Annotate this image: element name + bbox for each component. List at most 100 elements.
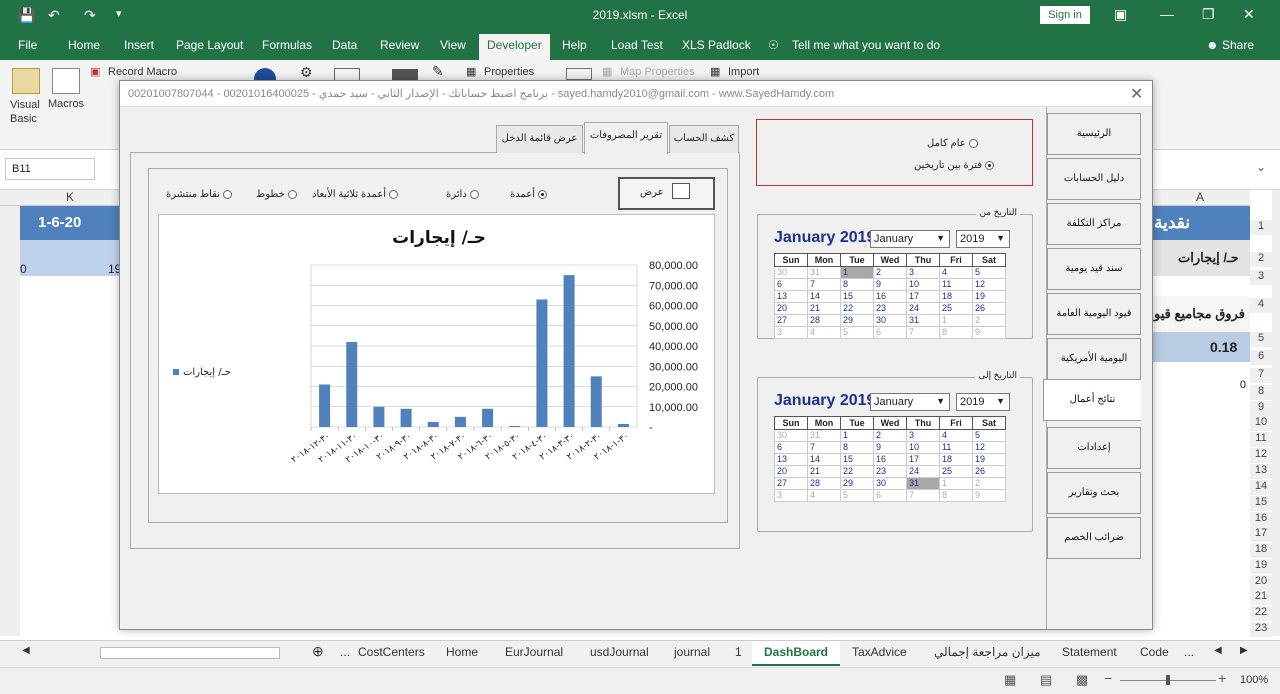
calendar-day[interactable]: 12 xyxy=(972,441,1006,454)
macros-icon[interactable] xyxy=(52,68,80,94)
row-header[interactable]: 23 xyxy=(1250,622,1272,637)
nav-button[interactable]: مراكز التكلفة xyxy=(1047,203,1141,245)
record-macro-button[interactable]: Record Macro xyxy=(108,66,177,78)
calendar-day[interactable]: 22 xyxy=(840,465,874,478)
calendar-day[interactable]: 14 xyxy=(807,453,841,466)
calendar-day[interactable]: 5 xyxy=(840,326,874,339)
row-header[interactable]: 2 xyxy=(1250,252,1272,267)
sheet-tab-usdjournal[interactable]: usdJournal xyxy=(590,645,649,659)
nav-button[interactable]: نتائج أعمال xyxy=(1043,379,1141,421)
calendar-day[interactable]: 5 xyxy=(840,489,874,502)
zoom-in-icon[interactable]: + xyxy=(1218,670,1226,686)
row-header[interactable]: 14 xyxy=(1250,480,1272,495)
calendar-day[interactable]: 17 xyxy=(906,290,940,303)
tab-data[interactable]: Data xyxy=(332,38,357,52)
radio-scatter[interactable]: نقاط منتشرة xyxy=(166,189,232,200)
calendar-day[interactable]: 6 xyxy=(774,441,808,454)
calendar-day[interactable]: 18 xyxy=(939,290,973,303)
row-header[interactable]: 15 xyxy=(1250,496,1272,511)
calendar-day[interactable]: 5 xyxy=(972,429,1006,442)
calendar-day[interactable]: 21 xyxy=(807,465,841,478)
dialog-close-icon[interactable]: ✕ xyxy=(1130,84,1143,104)
calendar-day[interactable]: 10 xyxy=(906,278,940,291)
row-header[interactable]: 12 xyxy=(1250,448,1272,463)
calendar-day[interactable]: 9 xyxy=(972,489,1006,502)
calendar-day[interactable]: 16 xyxy=(873,290,907,303)
calendar-day[interactable]: 21 xyxy=(807,302,841,315)
calendar-day[interactable]: 8 xyxy=(840,278,874,291)
calendar-day[interactable]: 28 xyxy=(807,477,841,490)
calendar-day[interactable]: 26 xyxy=(972,302,1006,315)
horizontal-scrollbar[interactable] xyxy=(100,647,280,659)
tab-developer[interactable]: Developer xyxy=(479,34,550,60)
calendar-day[interactable]: 24 xyxy=(906,302,940,315)
radio-columns[interactable]: أعمدة xyxy=(510,189,548,200)
calendar-day[interactable]: 15 xyxy=(840,453,874,466)
share-icon[interactable]: ☻ xyxy=(1206,38,1219,52)
tab-scroll-right-icon[interactable]: ▶ xyxy=(1240,645,1248,656)
calendar-day[interactable]: 2 xyxy=(972,314,1006,327)
calendar-day[interactable]: 1 xyxy=(939,477,973,490)
name-box[interactable]: B11 xyxy=(5,158,95,180)
calendar-day[interactable]: 14 xyxy=(807,290,841,303)
tab-scroll-left-icon[interactable]: ◀ xyxy=(1214,645,1222,656)
cal-from-month-select[interactable]: January ▼ xyxy=(870,230,950,248)
add-sheet-icon[interactable]: ⊕ xyxy=(312,643,324,660)
calendar-day[interactable]: 1 xyxy=(840,266,874,279)
row-header[interactable]: 18 xyxy=(1250,543,1272,558)
calendar-day[interactable]: 19 xyxy=(972,453,1006,466)
nav-button[interactable]: الرئيسية xyxy=(1047,113,1141,155)
sheet-tab-trial-balance[interactable]: ميزان مراجعة إجمالي xyxy=(934,645,1041,659)
nav-button[interactable]: سند قيد يومية xyxy=(1047,248,1141,290)
design-mode-icon[interactable]: ✎ xyxy=(432,63,444,80)
zoom-slider-thumb[interactable] xyxy=(1166,675,1170,685)
calendar-day[interactable]: 7 xyxy=(906,489,940,502)
close-window-icon[interactable]: ✕ xyxy=(1243,6,1255,23)
calendar-day[interactable]: 1 xyxy=(840,429,874,442)
calendar-day[interactable]: 7 xyxy=(807,278,841,291)
row-header[interactable]: 3 xyxy=(1250,270,1272,285)
calendar-day[interactable]: 3 xyxy=(774,326,808,339)
sheet-tab-dashboard[interactable]: DashBoard xyxy=(752,641,841,666)
calendar-day[interactable]: 30 xyxy=(774,266,808,279)
calendar-day[interactable]: 9 xyxy=(873,278,907,291)
minimize-icon[interactable]: — xyxy=(1160,6,1174,22)
calendar-day[interactable]: 6 xyxy=(873,326,907,339)
radio-3d-columns[interactable]: أعمدة ثلاثية الأبعاد xyxy=(312,189,399,200)
row-header[interactable]: 11 xyxy=(1250,432,1272,447)
tab-xls-padlock[interactable]: XLS Padlock xyxy=(682,38,751,52)
macros-button[interactable]: Macros xyxy=(48,98,84,110)
calendar-day[interactable]: 3 xyxy=(774,489,808,502)
cal-from-year-select[interactable]: 2019 ▼ xyxy=(956,230,1010,248)
restore-icon[interactable]: ❐ xyxy=(1202,6,1215,23)
radio-lines[interactable]: خطوط xyxy=(256,189,297,200)
calendar-day[interactable]: 23 xyxy=(873,302,907,315)
calendar-day[interactable]: 31 xyxy=(807,429,841,442)
tab-view[interactable]: View xyxy=(440,38,466,52)
calendar-day[interactable]: 23 xyxy=(873,465,907,478)
row-header[interactable]: 10 xyxy=(1250,416,1272,431)
calendar-day[interactable]: 5 xyxy=(972,266,1006,279)
calendar-day[interactable]: 8 xyxy=(939,326,973,339)
calendar-day[interactable]: 6 xyxy=(774,278,808,291)
row-header[interactable]: 16 xyxy=(1250,512,1272,527)
calendar-day[interactable]: 31 xyxy=(906,477,940,490)
tell-me-search[interactable]: Tell me what you want to do xyxy=(792,38,940,52)
row-header[interactable]: 22 xyxy=(1250,606,1272,621)
row-header[interactable]: 13 xyxy=(1250,464,1272,479)
row-header[interactable]: 1 xyxy=(1250,220,1272,235)
calendar-day[interactable]: 2 xyxy=(873,429,907,442)
tab-expense-report[interactable]: تقرير المصروفات xyxy=(584,122,668,154)
addins-icon[interactable] xyxy=(254,68,276,80)
calendar-day[interactable]: 25 xyxy=(939,302,973,315)
expand-formula-icon[interactable]: ⌄ xyxy=(1256,160,1266,174)
sheet-tab-journal[interactable]: journal xyxy=(674,645,710,659)
calendar-day[interactable]: 9 xyxy=(972,326,1006,339)
row-header[interactable]: 6 xyxy=(1250,350,1272,365)
cal-from-grid[interactable]: Sun Mon Tue Wed Thu Fri Sat 30 31 1 2 3 4 5 6 7 8 9 10 11 12… xyxy=(774,253,1006,339)
nav-button[interactable]: دليل الحسابات xyxy=(1047,158,1141,200)
tab-page-layout[interactable]: Page Layout xyxy=(176,38,243,52)
calendar-day[interactable]: 4 xyxy=(939,266,973,279)
calendar-day[interactable]: 4 xyxy=(807,489,841,502)
radio-pie[interactable]: دائرة xyxy=(446,189,479,200)
